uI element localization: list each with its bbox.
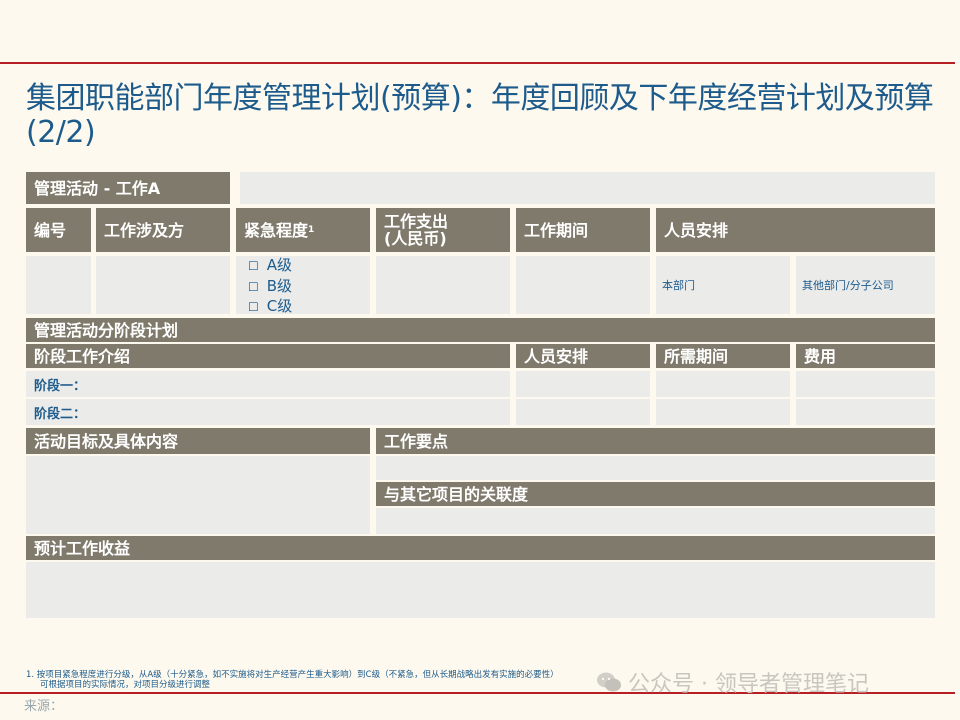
stage-plan-header: 管理活动分阶段计划 — [26, 318, 935, 342]
stage-staffing-header: 人员安排 — [516, 344, 650, 368]
col-period: 工作期间 — [516, 208, 650, 252]
goals-content[interactable] — [26, 456, 370, 534]
stage1-staffing[interactable] — [516, 371, 650, 397]
stage1-label: 阶段一： — [26, 371, 510, 397]
col-expense-line2: (人民币) — [384, 229, 447, 248]
page-title: 集团职能部门年度管理计划(预算)：年度回顾及下年度经营计划及预算(2/2) — [26, 81, 934, 150]
watermark-text: 公众号 · 领导者管理笔记 — [628, 672, 869, 697]
col-urgency: 紧急程度 1 — [236, 208, 370, 252]
checkbox-icon: ☐ — [248, 279, 259, 294]
stage2-cost[interactable] — [796, 399, 935, 425]
stage-period-header: 所需期间 — [656, 344, 790, 368]
top-red-rule — [0, 62, 955, 64]
source-label: 来源： — [24, 699, 64, 714]
period-cell[interactable] — [516, 256, 650, 314]
stage2-period[interactable] — [656, 399, 790, 425]
urgency-option-b[interactable]: ☐ B级 — [248, 277, 370, 298]
urgency-option-c[interactable]: ☐ C级 — [248, 297, 370, 318]
goals-header: 活动目标及具体内容 — [26, 428, 370, 454]
activity-header: 管理活动 - 工作A — [26, 172, 230, 204]
col-staffing: 人员安排 — [656, 208, 935, 252]
col-number: 编号 — [26, 208, 91, 252]
watermark: 公众号 · 领导者管理笔记 — [596, 666, 869, 698]
number-cell[interactable] — [26, 256, 91, 314]
benefit-header: 预计工作收益 — [26, 536, 935, 560]
urgency-options: ☐ A级 ☐ B级 ☐ C级 — [236, 256, 370, 315]
stage-cost-header: 费用 — [796, 344, 935, 368]
urgency-option-a[interactable]: ☐ A级 — [248, 256, 370, 277]
staffing-own-dept: 本部门 — [656, 256, 790, 314]
party-cell[interactable] — [96, 256, 230, 314]
key-points-header: 工作要点 — [376, 428, 935, 454]
expense-cell[interactable] — [376, 256, 510, 314]
col-party: 工作涉及方 — [96, 208, 230, 252]
relevance-content[interactable] — [376, 508, 935, 534]
benefit-content[interactable] — [26, 562, 935, 618]
stage1-cost[interactable] — [796, 371, 935, 397]
stage1-period[interactable] — [656, 371, 790, 397]
col-expense-line1: 工作支出 — [384, 212, 449, 231]
col-expense: 工作支出 (人民币) — [376, 208, 510, 252]
staffing-other-dept: 其他部门/分子公司 — [796, 256, 935, 314]
col-urgency-label: 紧急程度 — [244, 220, 309, 240]
col-urgency-footnote-mark: 1 — [308, 224, 315, 235]
stage2-staffing[interactable] — [516, 399, 650, 425]
key-points-content[interactable] — [376, 456, 935, 480]
activity-name-cell[interactable] — [240, 172, 935, 204]
checkbox-icon: ☐ — [248, 300, 259, 314]
checkbox-icon: ☐ — [248, 259, 259, 273]
relevance-header: 与其它项目的关联度 — [376, 482, 935, 506]
stage-intro-header: 阶段工作介绍 — [26, 344, 510, 368]
wechat-icon — [597, 672, 621, 692]
stage2-label: 阶段二： — [26, 399, 510, 425]
